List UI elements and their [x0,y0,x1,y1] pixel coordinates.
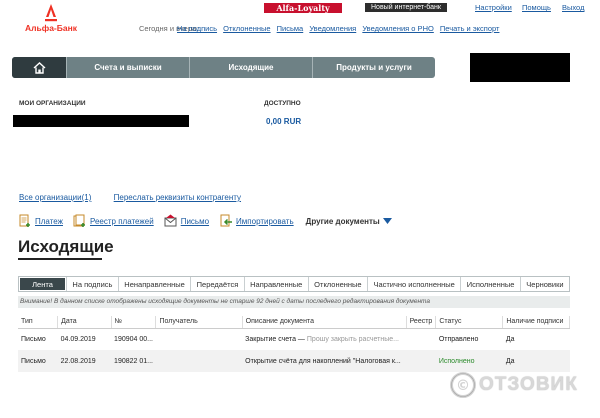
cell-signed: Да [502,350,570,372]
svg-text:©: © [456,378,470,394]
my-organizations-label: МОИ ОРГАНИЗАЦИИ [19,100,86,107]
brand-name: Альфа-Банк [25,23,77,33]
cell-recipient [156,328,242,350]
main-nav: Счета и выписки Исходящие Продукты и усл… [12,57,435,78]
payment-registry-label[interactable]: Реестр платежей [90,217,154,226]
column-header[interactable]: Получатель [155,316,243,329]
cell-description: Открытие счёта для накоплений "Налоговая… [242,350,407,372]
org-links: Все организации(1) Переслать реквизиты к… [19,193,261,202]
alfa-logo-icon [45,4,57,22]
home-button[interactable] [12,57,66,78]
watermark-logo-icon: © [450,372,476,398]
filter-executed[interactable]: Исполненные [460,277,520,291]
filter-transmitting[interactable]: Передаётся [190,277,244,291]
settings-link[interactable]: Настройки [475,3,512,12]
cell-registry [406,350,436,372]
redacted-org-name [13,115,189,127]
tab-accounts[interactable]: Счета и выписки [66,57,189,78]
new-document-icon [19,214,30,227]
payment-registry-button[interactable]: Реестр платежей [73,214,154,228]
registry-icon [73,214,85,227]
filter-not-sent[interactable]: Ненаправленные [117,277,191,291]
cell-status: Исполнено [435,350,503,372]
watermark-text: ОТЗОВИК [479,374,578,395]
tab-outgoing[interactable]: Исходящие [189,57,312,78]
documents-table: Тип Дата № Получатель Описание документа… [18,316,570,372]
table-header-row: Тип Дата № Получатель Описание документа… [18,316,570,329]
logout-link[interactable]: Выход [562,3,584,12]
otzovik-watermark: © ОТЗОВИК [450,372,578,398]
cell-date: 22.08.2019 [57,350,112,372]
available-label: ДОСТУПНО [264,100,301,107]
column-header[interactable]: Дата [57,316,112,329]
payment-button[interactable]: Платеж [18,214,63,228]
description-hint: Прошу закрыть расчетные... [306,335,400,343]
cell-description: Закрытие счета — Прошу закрыть расчетные… [242,328,406,350]
letter-label[interactable]: Письмо [181,217,209,226]
column-header[interactable]: Тип [18,316,59,329]
cell-recipient [155,350,243,372]
all-organizations-link[interactable]: Все организации(1) [19,193,91,202]
filter-to-sign[interactable]: На подпись [66,277,118,291]
quick-link-letters[interactable]: Письма [277,24,304,33]
column-header[interactable]: № [111,316,157,329]
title-underline [18,258,102,260]
filter-drafts[interactable]: Черновики [519,277,570,291]
letter-button[interactable]: Письмо [164,214,209,228]
other-documents-label: Другие документы [305,216,380,226]
document-toolbar: Платеж Реестр платежей Письмо Импортиров… [18,214,392,228]
cell-number: 190904 00... [114,335,153,343]
cell-date: 04.09.2019 [60,335,96,343]
cell-status: Отправлено [438,335,479,343]
table-row[interactable]: Письмо 22.08.2019 190822 01... Открытие … [18,350,570,372]
cell-type: Письмо [21,335,46,343]
description-text: Закрытие счета — [245,335,305,343]
cell-registry [406,328,436,350]
table-row[interactable]: Письмо 04.09.2019 190904 00... Закрытие … [18,328,570,350]
triangle-down-icon [382,217,392,224]
notice-banner: Внимание! В данном списке отображены исх… [18,296,570,308]
cell-number: 190822 01... [111,350,156,372]
tab-products[interactable]: Продукты и услуги [312,57,435,78]
cell-signed: Да [505,335,515,343]
home-icon [33,61,45,74]
other-documents-dropdown[interactable]: Другие документы [306,217,392,226]
column-header[interactable]: Статус [435,316,504,329]
filter-partially-executed[interactable]: Частично исполненные [367,277,461,291]
status-filter-tabs: Лента На подпись Ненаправленные Передаёт… [18,276,570,292]
help-link[interactable]: Помощь [522,3,551,12]
filter-sent[interactable]: Направленные [243,277,308,291]
filter-rejected[interactable]: Отклоненные [307,277,368,291]
quick-link-to-sign[interactable]: На подпись [177,24,217,33]
column-header[interactable]: Наличие подписи [502,316,570,329]
cell-type: Письмо [18,350,58,372]
redacted-block [470,53,570,82]
import-icon [220,214,233,227]
quick-link-print-export[interactable]: Печать и экспорт [440,24,500,33]
import-label[interactable]: Импортировать [236,217,294,226]
quick-link-rno-notifications[interactable]: Уведомления о РНО [362,24,433,33]
quick-link-rejected[interactable]: Отклоненные [223,24,270,33]
quick-link-notifications[interactable]: Уведомления [309,24,356,33]
new-internet-bank-button[interactable]: Новый интернет-банк [365,3,447,12]
quick-links: На подпись Отклоненные Письма Уведомлени… [177,24,503,33]
envelope-icon [164,214,177,227]
resend-details-link[interactable]: Переслать реквизиты контрагенту [114,193,241,202]
payment-label[interactable]: Платеж [35,217,63,226]
import-button[interactable]: Импортировать [219,214,294,228]
filter-feed[interactable]: Лента [20,278,65,290]
page-title: Исходящие [18,237,114,256]
column-header[interactable]: Описание документа [242,316,407,329]
alfa-loyalty-banner[interactable]: Alfa-Loyalty [264,3,342,13]
alfa-bank-logo[interactable]: Альфа-Банк [18,4,84,33]
column-header[interactable]: Реестр [406,316,437,329]
available-amount: 0,00 RUR [266,117,302,126]
